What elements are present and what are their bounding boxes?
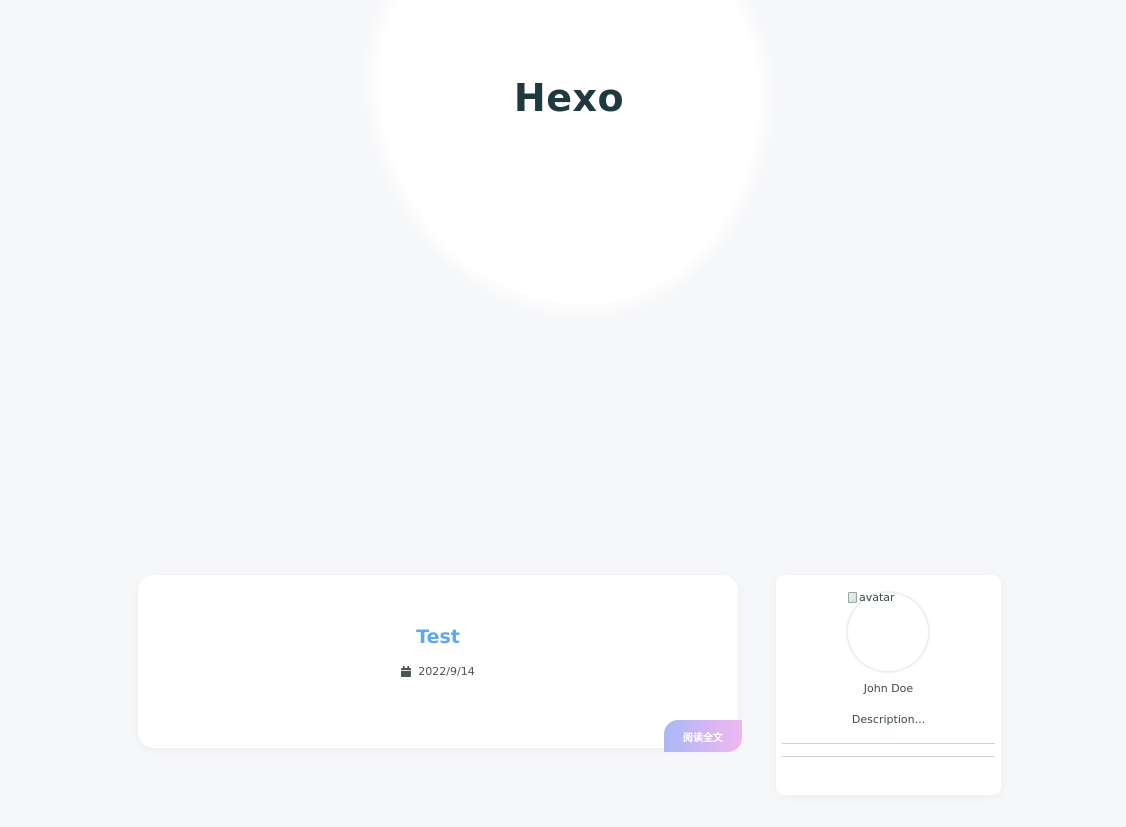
post-date: 2022/9/14 [418,665,475,678]
post-meta: 2022/9/14 [138,665,738,678]
post-card: Test 2022/9/14 [138,575,738,748]
page: Hexo Test 2022/9/14 阅读全文 avatar John Doe [0,0,1126,827]
read-more-button[interactable]: 阅读全文 [664,720,742,752]
avatar-alt-text: avatar [859,591,895,604]
broken-image-icon [848,592,857,603]
post-title-link[interactable]: Test [138,626,738,648]
avatar: avatar [846,591,930,673]
profile-card: avatar John Doe Description... [776,575,1001,795]
hero-blob [380,0,758,302]
divider [782,743,995,744]
author-name: John Doe [863,682,914,695]
author-description: Description... [851,713,926,726]
site-title[interactable]: Hexo [380,76,758,120]
divider [782,756,995,757]
calendar-icon [401,666,412,677]
avatar-broken-image: avatar [848,591,932,604]
